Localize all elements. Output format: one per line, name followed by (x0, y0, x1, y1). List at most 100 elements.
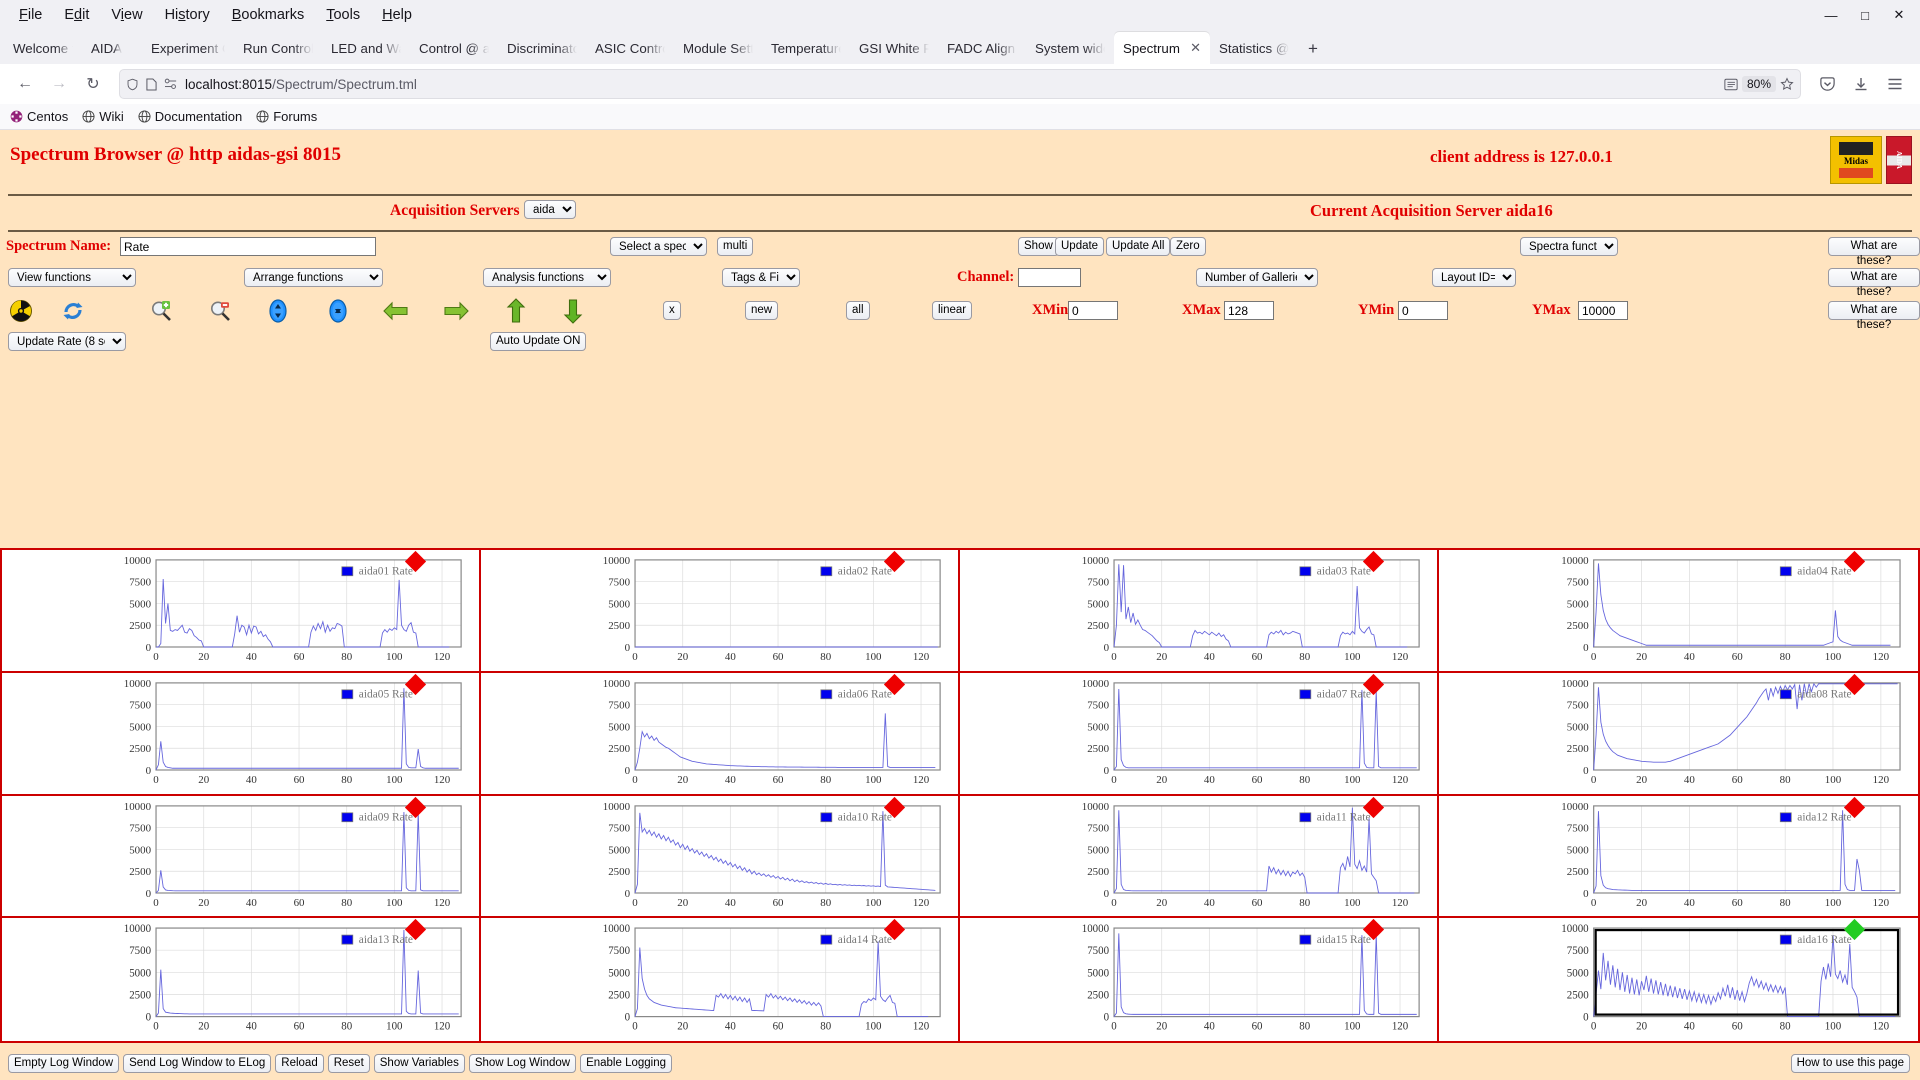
collapse-up-icon[interactable] (325, 298, 351, 324)
send-log-to-elog-button[interactable]: Send Log Window to ELog (123, 1054, 272, 1073)
auto-update-toggle[interactable]: Auto Update ON (490, 332, 587, 351)
spectrum-cell[interactable]: 0 2500 5000 7500 10000 0 20 40 60 80 100 120 aida1… (960, 918, 1439, 1041)
spectrum-cell[interactable]: 0 2500 5000 7500 10000 0 20 40 60 80 100 120 aida0… (960, 672, 1439, 796)
expand-down-icon[interactable] (265, 298, 291, 324)
spectrum-plot[interactable]: 0 2500 5000 7500 10000 0 20 40 60 80 100 120 aida0… (960, 550, 1437, 671)
new-button[interactable]: new (745, 301, 779, 320)
update-rate-dropdown[interactable]: Update Rate (8 secs) (8, 332, 126, 351)
enable-logging-button[interactable]: Enable Logging (580, 1054, 673, 1073)
update-all-button[interactable]: Update All (1106, 237, 1171, 256)
spectrum-plot[interactable]: 0 2500 5000 7500 10000 0 20 40 60 80 100 120 aida0… (1439, 550, 1918, 671)
arrange-functions-dropdown[interactable]: Arrange functions (244, 268, 383, 287)
arrow-right-icon[interactable] (443, 298, 469, 324)
permissions-icon[interactable] (164, 78, 178, 90)
close-button[interactable]: ✕ (1882, 1, 1916, 29)
spectrum-plot[interactable]: 0 2500 5000 7500 10000 0 20 40 60 80 100 120 aida0… (1439, 672, 1918, 794)
browser-tab[interactable]: FADC Align & C (938, 32, 1026, 64)
spectrum-plot[interactable]: 0 2500 5000 7500 10000 0 20 40 60 80 100 120 aida0… (481, 672, 958, 794)
spectrum-name-input[interactable] (120, 237, 376, 256)
what-are-these-button-3[interactable]: What are these? (1828, 301, 1920, 331)
spectrum-cell[interactable]: 0 2500 5000 7500 10000 0 20 40 60 80 100 120 aida0… (960, 550, 1439, 673)
bookmark-item[interactable]: Wiki (82, 109, 124, 124)
menu-tools[interactable]: Tools (315, 4, 371, 26)
zoom-out-icon[interactable] (207, 298, 233, 324)
x-button[interactable]: x (663, 301, 681, 320)
how-to-use-button[interactable]: How to use this page (1790, 1054, 1910, 1073)
spectrum-plot[interactable]: 0 2500 5000 7500 10000 0 20 40 60 80 100 120 aida1… (481, 795, 958, 917)
minimize-button[interactable]: — (1814, 1, 1848, 29)
browser-tab[interactable]: Run Control @ a (234, 32, 322, 64)
bookmark-item[interactable]: Centos (10, 109, 68, 124)
menu-hamburger-icon[interactable] (1879, 69, 1911, 99)
spectrum-cell[interactable]: 0 2500 5000 7500 10000 0 20 40 60 80 100 120 aida0… (2, 672, 481, 796)
spectrum-cell[interactable]: 0 2500 5000 7500 10000 0 20 40 60 80 100 120 aida0… (1439, 550, 1918, 673)
spectrum-plot[interactable]: 0 2500 5000 7500 10000 0 20 40 60 80 100 120 aida0… (481, 550, 958, 671)
spectrum-cell[interactable]: 0 2500 5000 7500 10000 0 20 40 60 80 100 120 aida1… (481, 795, 960, 919)
empty-log-window-button[interactable]: Empty Log Window (8, 1054, 120, 1073)
arrow-up-icon[interactable] (503, 298, 529, 324)
linear-button[interactable]: linear (932, 301, 973, 320)
downloads-icon[interactable] (1845, 69, 1877, 99)
bookmark-item[interactable]: Forums (256, 109, 317, 124)
reload-button[interactable]: ↻ (77, 69, 109, 99)
spectrum-plot[interactable]: 0 2500 5000 7500 10000 0 20 40 60 80 100 120 aida1… (960, 795, 1437, 917)
channel-input[interactable] (1018, 268, 1081, 287)
number-of-galleries-dropdown[interactable]: Number of Galleries (1196, 268, 1318, 287)
spectrum-plot[interactable]: 0 2500 5000 7500 10000 0 20 40 60 80 100 120 aida0… (960, 672, 1437, 794)
spectrum-cell[interactable]: 0 2500 5000 7500 10000 0 20 40 60 80 100 120 aida1… (1439, 795, 1918, 919)
bookmark-star-icon[interactable] (1780, 77, 1794, 91)
reader-mode-icon[interactable] (1724, 78, 1738, 91)
url-bar[interactable]: localhost:8015/Spectrum/Spectrum.tml 80% (119, 69, 1801, 99)
show-button[interactable]: Show (1018, 237, 1059, 256)
spectrum-cell[interactable]: 0 2500 5000 7500 10000 0 20 40 60 80 100 120 aida1… (1439, 918, 1918, 1041)
browser-tab[interactable]: Experiment Cont (142, 32, 234, 64)
tags-and-fits-dropdown[interactable]: Tags & Fits (722, 268, 800, 287)
tab-close-icon[interactable]: ✕ (1190, 40, 1201, 56)
radiation-icon[interactable] (8, 298, 34, 324)
zoom-in-icon[interactable] (148, 298, 174, 324)
spectrum-cell[interactable]: 0 2500 5000 7500 10000 0 20 40 60 80 100 120 aida0… (1439, 672, 1918, 796)
new-tab-button[interactable]: + (1298, 34, 1328, 64)
spectrum-cell[interactable]: 0 2500 5000 7500 10000 0 20 40 60 80 100 120 aida1… (2, 918, 481, 1041)
browser-tab[interactable]: Statistics @ aid (1210, 32, 1298, 64)
spectrum-cell[interactable]: 0 2500 5000 7500 10000 0 20 40 60 80 100 120 aida0… (481, 550, 960, 673)
spectrum-plot[interactable]: 0 2500 5000 7500 10000 0 20 40 60 80 100 120 aida1… (481, 918, 958, 1041)
spectrum-plot[interactable]: 0 2500 5000 7500 10000 0 20 40 60 80 100 120 aida0… (2, 550, 479, 671)
arrow-down-icon[interactable] (560, 298, 586, 324)
menu-bookmarks[interactable]: Bookmarks (221, 4, 316, 26)
menu-help[interactable]: Help (371, 4, 423, 26)
what-are-these-button-2[interactable]: What are these? (1828, 268, 1920, 298)
menu-edit[interactable]: Edit (53, 4, 100, 26)
what-are-these-button-1[interactable]: What are these? (1828, 237, 1920, 267)
ymax-input[interactable] (1578, 301, 1628, 320)
spectrum-plot[interactable]: 0 2500 5000 7500 10000 0 20 40 60 80 100 120 aida0… (2, 795, 479, 917)
back-button[interactable]: ← (9, 69, 41, 99)
browser-tab[interactable]: Temperature an (762, 32, 850, 64)
spectrum-plot[interactable]: 0 2500 5000 7500 10000 0 20 40 60 80 100 120 aida1… (960, 918, 1437, 1041)
select-spectrum-dropdown[interactable]: Select a spectrum (610, 237, 707, 256)
browser-tab[interactable]: Welcome to Cent (4, 32, 82, 64)
arrow-left-icon[interactable] (383, 298, 409, 324)
layout-id-dropdown[interactable]: Layout ID=1 (1432, 268, 1516, 287)
spectrum-cell[interactable]: 0 2500 5000 7500 10000 0 20 40 60 80 100 120 aida0… (481, 672, 960, 796)
multi-button[interactable]: multi (717, 237, 754, 256)
menu-history[interactable]: History (154, 4, 221, 26)
maximize-button[interactable]: □ (1848, 1, 1882, 29)
spectra-functions-dropdown[interactable]: Spectra functions (1520, 237, 1618, 256)
browser-tab[interactable]: Module Settings (674, 32, 762, 64)
show-log-window-button[interactable]: Show Log Window (468, 1054, 577, 1073)
ymin-input[interactable] (1398, 301, 1448, 320)
spectrum-plot[interactable]: 0 2500 5000 7500 10000 0 20 40 60 80 100 120 aida1… (1439, 795, 1918, 917)
browser-tab[interactable]: LED and Wavefo (322, 32, 410, 64)
zoom-level-indicator[interactable]: 80% (1741, 76, 1776, 92)
browser-tab[interactable]: GSI White Rabb (850, 32, 938, 64)
spectrum-cell[interactable]: 0 2500 5000 7500 10000 0 20 40 60 80 100 120 aida0… (2, 795, 481, 919)
browser-tab[interactable]: AIDA (82, 32, 142, 64)
browser-tab[interactable]: ASIC Control @ (586, 32, 674, 64)
update-button[interactable]: Update (1055, 237, 1105, 256)
browser-tab[interactable]: System wide Ch (1026, 32, 1114, 64)
reset-button[interactable]: Reset (327, 1054, 370, 1073)
acquisition-server-select[interactable]: aida16 (524, 200, 576, 219)
spectrum-plot[interactable]: 0 2500 5000 7500 10000 0 20 40 60 80 100 120 aida1… (1439, 918, 1918, 1041)
pocket-icon[interactable] (1811, 69, 1843, 99)
